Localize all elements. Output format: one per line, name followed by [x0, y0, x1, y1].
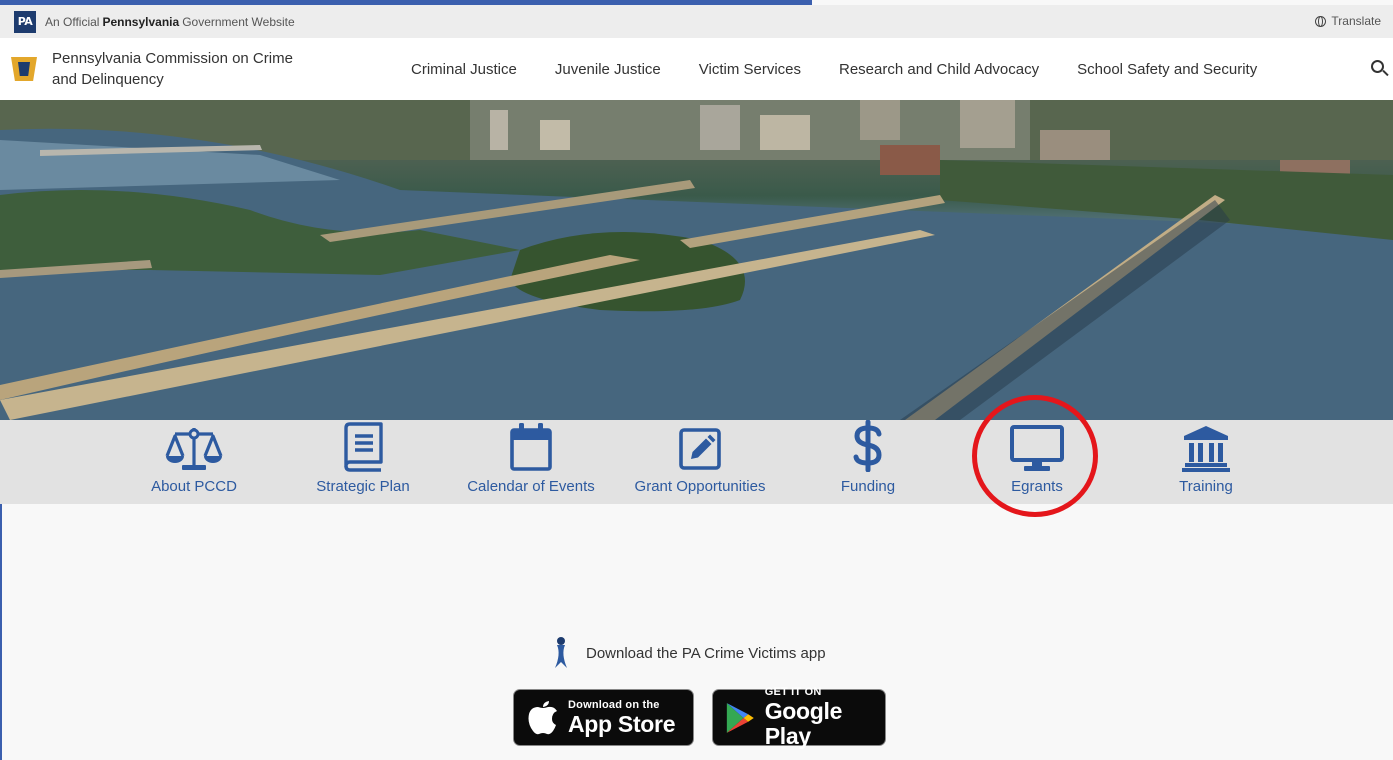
- book-icon: [341, 420, 385, 476]
- site-header: Pennsylvania Commission on Crime and Del…: [0, 38, 1393, 100]
- calendar-icon: [509, 420, 553, 476]
- apple-icon: [528, 700, 557, 734]
- search-icon[interactable]: [1371, 60, 1389, 78]
- gov-state: Pennsylvania: [102, 14, 180, 29]
- official-gov-bar: PA An Official Pennsylvania Government W…: [0, 5, 1393, 38]
- app-store-big-text: App Store: [568, 710, 676, 737]
- pa-keystone-badge-icon: PA: [14, 10, 36, 33]
- quick-link-funding[interactable]: Funding: [818, 420, 918, 504]
- agency-name-line1: Pennsylvania Commission on Crime: [52, 50, 293, 67]
- google-play-big-text: Google Play: [764, 698, 843, 749]
- quick-link-calendar-of-events[interactable]: Calendar of Events: [456, 420, 606, 504]
- globe-icon: [1315, 15, 1327, 27]
- quick-link-label: Training: [1179, 478, 1233, 495]
- harrisburg-river-scene: [0, 100, 1393, 420]
- quick-link-egrants[interactable]: Egrants: [987, 420, 1087, 504]
- agency-name-line2: and Delinquency: [52, 71, 164, 88]
- google-play-button[interactable]: GET IT ON Google Play: [712, 686, 886, 749]
- quick-link-about-pccd[interactable]: About PCCD: [134, 420, 254, 504]
- quick-link-label: Egrants: [1011, 478, 1063, 495]
- google-play-icon: [726, 702, 754, 733]
- gov-suffix: Government Website: [182, 14, 295, 29]
- main-nav: Criminal Justice Juvenile Justice Victim…: [392, 38, 1276, 100]
- nav-criminal-justice[interactable]: Criminal Justice: [392, 61, 536, 78]
- translate-label: Translate: [1331, 14, 1381, 28]
- quick-link-strategic-plan[interactable]: Strategic Plan: [303, 420, 423, 504]
- nav-victim-services[interactable]: Victim Services: [680, 61, 820, 78]
- monitor-icon: [1009, 420, 1065, 476]
- gov-prefix: An Official: [45, 14, 100, 29]
- nav-school-safety-security[interactable]: School Safety and Security: [1058, 61, 1276, 78]
- edit-square-icon: [678, 420, 722, 476]
- app-store-small-text: Download on the: [568, 698, 660, 711]
- agency-name[interactable]: Pennsylvania Commission on Crime and Del…: [52, 48, 352, 90]
- quick-links-bar: About PCCD Strategic Plan Calendar of Ev…: [0, 420, 1393, 504]
- app-promo: Download the PA Crime Victims app: [548, 636, 826, 670]
- ribbon-icon: [548, 636, 574, 670]
- quick-link-label: Calendar of Events: [467, 478, 595, 495]
- quick-link-label: Strategic Plan: [316, 478, 410, 495]
- quick-link-label: Funding: [840, 478, 896, 495]
- dollar-icon: [852, 420, 884, 476]
- scales-icon: [163, 420, 225, 476]
- keystone-logo-icon[interactable]: [8, 52, 40, 86]
- nav-research-child-advocacy[interactable]: Research and Child Advocacy: [820, 61, 1058, 78]
- app-store-button[interactable]: Download on the App Store: [513, 689, 694, 746]
- government-building-icon: [1181, 420, 1231, 476]
- quick-link-training[interactable]: Training: [1156, 420, 1256, 504]
- hero-image: [0, 100, 1393, 420]
- app-promo-label: Download the PA Crime Victims app: [586, 644, 826, 662]
- quick-link-label: Grant Opportunities: [634, 478, 766, 495]
- nav-juvenile-justice[interactable]: Juvenile Justice: [536, 61, 680, 78]
- quick-link-grant-opportunities[interactable]: Grant Opportunities: [620, 420, 780, 504]
- translate-button[interactable]: Translate: [1315, 14, 1381, 28]
- quick-link-label: About PCCD: [151, 478, 237, 495]
